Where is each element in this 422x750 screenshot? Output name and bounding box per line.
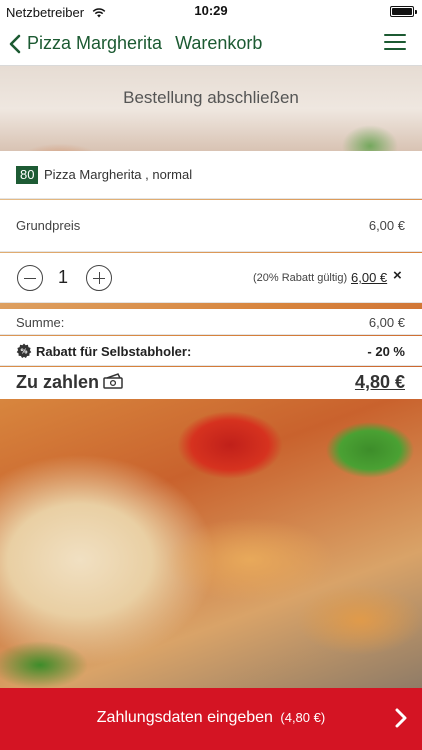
cta-amount: (4,80 €)	[280, 710, 326, 725]
quantity-value: 1	[58, 267, 69, 287]
navigation-bar: Pizza Margherita Warenkorb	[0, 22, 422, 66]
battery-icon	[390, 6, 417, 17]
total-value[interactable]: 4,80 €	[355, 372, 405, 393]
cta-label: Zahlungsdaten eingeben (4,80 €)	[0, 709, 422, 727]
sum-row: Summe: 6,00 €	[0, 309, 422, 335]
discount-row: % Rabatt für Selbstabholer: - 20 %	[0, 336, 422, 366]
remove-item-button[interactable]: ×	[393, 268, 405, 283]
status-bar: Netzbetreiber 10:29	[0, 0, 422, 22]
item-name: Pizza Margherita , normal	[44, 167, 193, 182]
page-title: Pizza Margherita Warenkorb	[27, 33, 262, 54]
cta-text: Zahlungsdaten eingeben	[96, 709, 273, 726]
enter-payment-details-button[interactable]: Zahlungsdaten eingeben (4,80 €)	[0, 688, 422, 750]
banner-background-image	[0, 66, 422, 152]
item-number-badge: 80	[16, 166, 39, 184]
discount-badge-icon: %	[16, 343, 32, 358]
cart-title: Warenkorb	[175, 33, 263, 53]
discount-value: - 20 %	[367, 344, 405, 359]
line-total[interactable]: 6,00 €	[351, 270, 387, 285]
base-price-row: Grundpreis 6,00 €	[0, 200, 422, 252]
cart-item-row: 80 Pizza Margherita , normal	[0, 151, 422, 199]
product-title: Pizza Margherita	[27, 33, 163, 53]
base-price-label: Grundpreis	[16, 218, 81, 233]
battery-level	[392, 8, 412, 15]
hamburger-menu-icon[interactable]	[384, 34, 406, 54]
decrease-quantity-button[interactable]	[17, 265, 43, 291]
svg-text:%: %	[20, 348, 27, 356]
quantity-row: 1 (20% Rabatt gültig) 6,00 € ×	[0, 253, 422, 303]
total-label: Zu zahlen	[16, 372, 100, 392]
banner-title: Bestellung abschließen	[123, 88, 299, 107]
chevron-left-icon[interactable]	[6, 32, 26, 56]
base-price-value: 6,00 €	[368, 218, 405, 233]
sum-label: Summe:	[16, 315, 65, 330]
cash-icon	[103, 373, 123, 389]
sum-value: 6,00 €	[368, 315, 405, 330]
discount-note: (20% Rabatt gültig)	[253, 272, 348, 284]
total-row: Zu zahlen 4,80 €	[0, 367, 422, 399]
discount-label: Rabatt für Selbstabholer:	[36, 344, 192, 359]
increase-quantity-button[interactable]	[86, 265, 112, 291]
clock: 10:29	[194, 3, 228, 18]
chevron-right-icon	[395, 708, 407, 728]
